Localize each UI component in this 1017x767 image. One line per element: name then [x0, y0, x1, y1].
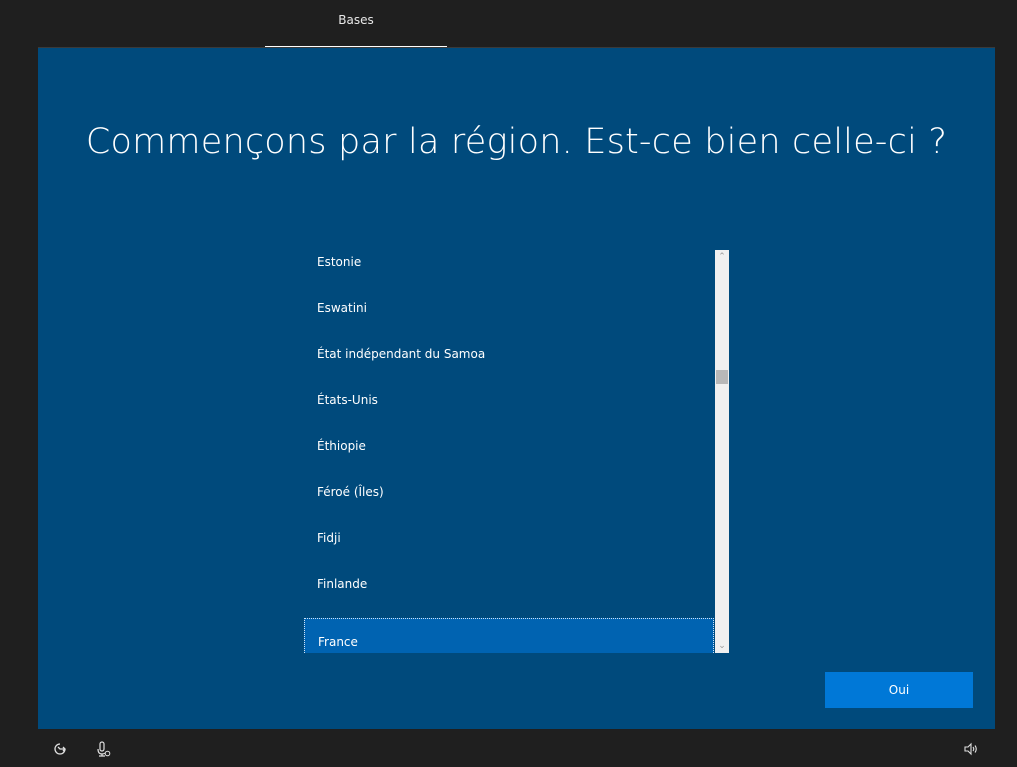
- list-item-selected[interactable]: France: [304, 618, 714, 653]
- microphone-icon-glyph: [97, 741, 111, 757]
- oobe-screen: Bases Commençons par la région. Est-ce b…: [0, 0, 1017, 767]
- top-bar: Bases: [0, 0, 1017, 48]
- list-scrollbar[interactable]: ⌃ ⌄: [715, 250, 729, 653]
- list-item[interactable]: Féroé (Îles): [304, 480, 714, 526]
- accessibility-icon-glyph: [54, 743, 66, 755]
- tab-bases: Bases: [265, 0, 447, 48]
- page-title: Commençons par la région. Est-ce bien ce…: [85, 122, 948, 162]
- list-item[interactable]: Éthiopie: [304, 434, 714, 480]
- confirm-button[interactable]: Oui: [825, 672, 973, 708]
- volume-icon[interactable]: [963, 741, 979, 757]
- volume-icon-glyph: [964, 742, 977, 756]
- list-item[interactable]: Eswatini: [304, 296, 714, 342]
- list-item[interactable]: État indépendant du Samoa: [304, 342, 714, 388]
- list-item[interactable]: Estonie: [304, 250, 714, 296]
- list-item[interactable]: Finlande: [304, 572, 714, 618]
- bottom-bar: [0, 729, 1017, 767]
- tab-label: Bases: [338, 13, 374, 27]
- scroll-up-icon[interactable]: ⌃: [715, 250, 729, 264]
- main-panel: Commençons par la région. Est-ce bien ce…: [38, 48, 995, 729]
- accessibility-icon[interactable]: [52, 741, 68, 757]
- microphone-icon[interactable]: [95, 741, 111, 757]
- region-list[interactable]: Estonie Eswatini État indépendant du Sam…: [304, 250, 730, 653]
- list-item[interactable]: Fidji: [304, 526, 714, 572]
- scroll-down-icon[interactable]: ⌄: [715, 639, 729, 653]
- scroll-thumb[interactable]: [716, 370, 728, 384]
- list-item[interactable]: États-Unis: [304, 388, 714, 434]
